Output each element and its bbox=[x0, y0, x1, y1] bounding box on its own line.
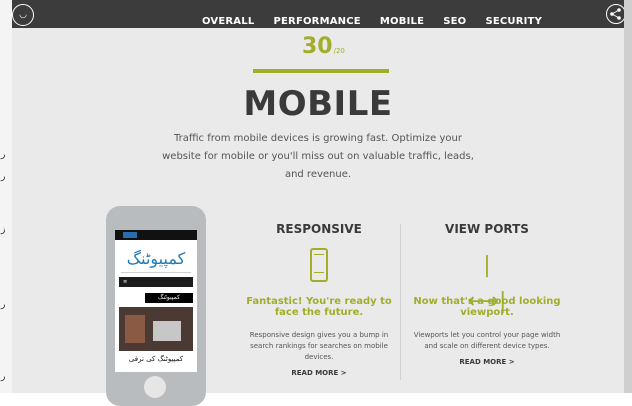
score: 30/20 bbox=[302, 34, 345, 59]
screen-menu-label: کمپیوٹنگ bbox=[145, 293, 193, 303]
viewports-column: VIEW PORTS |⟷| Now that's a good looking… bbox=[410, 222, 564, 366]
nav-seo[interactable]: SEO bbox=[443, 16, 466, 27]
viewport-arrows-icon: |⟷| bbox=[467, 253, 507, 314]
share-icon[interactable] bbox=[606, 4, 626, 24]
screen-footer-text: کمپیوٹنگ کی ترقی bbox=[128, 355, 184, 363]
score-max: /20 bbox=[333, 47, 345, 55]
nav-security[interactable]: SECURITY bbox=[485, 16, 542, 27]
score-value: 30 bbox=[302, 34, 333, 59]
responsive-read-more-link[interactable]: READ MORE > bbox=[242, 369, 396, 377]
phone-screen: کمپیوٹنگ ≡ کمپیوٹنگ کمپیوٹنگ کی ترقی bbox=[115, 230, 197, 372]
responsive-headline: Fantastic! You're ready to face the futu… bbox=[246, 296, 392, 318]
nav-mobile[interactable]: MOBILE bbox=[380, 16, 424, 27]
viewports-body: Viewports let you control your page widt… bbox=[413, 331, 561, 350]
screen-photo bbox=[119, 307, 193, 351]
responsive-body: Responsive design gives you a bump in se… bbox=[249, 331, 389, 361]
nav-performance[interactable]: PERFORMANCE bbox=[273, 16, 360, 27]
screen-nav: ≡ bbox=[119, 277, 193, 287]
phone-icon-shape bbox=[310, 248, 328, 282]
paper-mark: ز bbox=[1, 225, 6, 235]
phone-preview: کمپیوٹنگ ≡ کمپیوٹنگ کمپیوٹنگ کی ترقی bbox=[106, 206, 206, 406]
photo-shape bbox=[125, 315, 145, 343]
phone-icon bbox=[304, 248, 334, 284]
score-bar bbox=[253, 69, 389, 73]
nav-overall[interactable]: OVERALL bbox=[202, 16, 254, 27]
mobile-report-panel: ◡ OVERALL PERFORMANCE MOBILE SEO SECURIT… bbox=[12, 0, 626, 406]
top-nav: ◡ OVERALL PERFORMANCE MOBILE SEO SECURIT… bbox=[12, 0, 626, 28]
screen-logo: کمپیوٹنگ bbox=[126, 249, 186, 268]
viewports-title: VIEW PORTS bbox=[445, 222, 529, 236]
screen-topbar bbox=[115, 230, 197, 240]
responsive-column: RESPONSIVE Fantastic! You're ready to fa… bbox=[242, 222, 396, 377]
responsive-title: RESPONSIVE bbox=[276, 222, 362, 236]
phone-home-button bbox=[144, 376, 166, 398]
page-edge bbox=[624, 0, 632, 393]
nav-links: OVERALL PERFORMANCE MOBILE SEO SECURITY bbox=[202, 9, 556, 28]
paper-mark: ر bbox=[1, 150, 6, 160]
logo-icon[interactable]: ◡ bbox=[12, 4, 34, 26]
section-description: Traffic from mobile devices is growing f… bbox=[162, 133, 474, 180]
paper-mark: ر bbox=[1, 300, 6, 310]
viewports-read-more-link[interactable]: READ MORE > bbox=[410, 358, 564, 366]
photo-shape bbox=[153, 321, 181, 341]
section-title: MOBILE bbox=[243, 84, 393, 124]
paper-mark: ر bbox=[1, 172, 6, 182]
screen-divider bbox=[121, 272, 191, 273]
column-divider bbox=[400, 224, 401, 380]
screen-tag bbox=[123, 232, 137, 238]
paper-mark: ر bbox=[1, 372, 6, 382]
share-glyph bbox=[610, 8, 621, 20]
